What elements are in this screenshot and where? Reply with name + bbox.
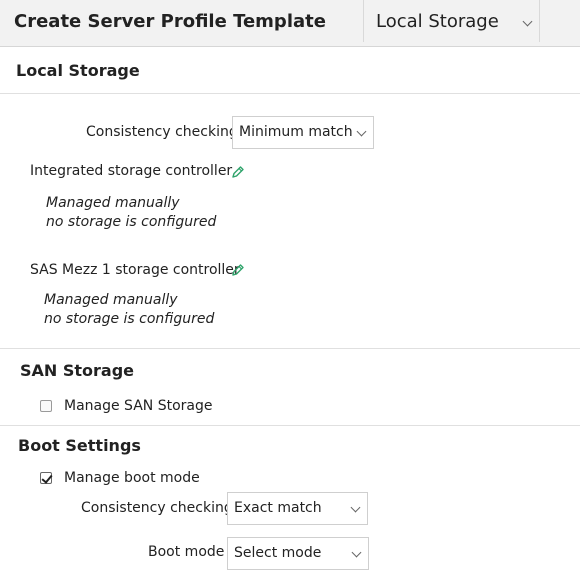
integrated-status-line1: Managed manually	[46, 195, 180, 211]
section-divider	[0, 425, 580, 426]
boot-consistency-value: Exact match	[234, 500, 322, 516]
chevron-down-icon[interactable]	[522, 16, 533, 27]
chevron-down-icon	[351, 547, 362, 558]
boot-mode-value: Select mode	[234, 545, 322, 561]
section-divider	[0, 93, 580, 94]
manage-boot-mode-label: Manage boot mode	[64, 470, 200, 486]
header-divider	[363, 0, 364, 42]
manage-san-checkbox[interactable]	[40, 400, 52, 412]
san-storage-heading: SAN Storage	[20, 361, 135, 380]
chevron-down-icon	[350, 502, 361, 513]
boot-consistency-label: Consistency checking	[81, 500, 233, 516]
page-title: Create Server Profile Template	[14, 11, 326, 32]
local-consistency-value: Minimum match	[239, 124, 353, 140]
section-selector[interactable]: Local Storage	[376, 11, 499, 32]
page-header: Create Server Profile Template Local Sto…	[0, 0, 580, 47]
header-divider	[539, 0, 540, 42]
boot-consistency-select[interactable]: Exact match	[227, 492, 368, 525]
local-consistency-select[interactable]: Minimum match	[232, 116, 374, 149]
boot-settings-heading: Boot Settings	[18, 436, 141, 455]
section-divider	[0, 348, 580, 349]
integrated-status-line2: no storage is configured	[46, 214, 217, 230]
sas-status-line2: no storage is configured	[44, 311, 215, 327]
boot-mode-label: Boot mode	[148, 544, 225, 560]
sas-controller-label: SAS Mezz 1 storage controller	[30, 262, 240, 278]
manage-boot-mode-checkbox[interactable]	[40, 472, 53, 484]
local-consistency-label: Consistency checking	[86, 124, 238, 140]
boot-mode-select[interactable]: Select mode	[227, 537, 369, 570]
section-selector-value: Local Storage	[376, 11, 499, 32]
pencil-edit-icon[interactable]	[231, 165, 245, 179]
manage-san-label: Manage SAN Storage	[64, 398, 213, 414]
integrated-controller-label: Integrated storage controller	[30, 163, 233, 179]
chevron-down-icon	[356, 126, 367, 137]
pencil-edit-icon[interactable]	[231, 263, 245, 277]
sas-status-line1: Managed manually	[44, 292, 178, 308]
local-storage-heading: Local Storage	[16, 61, 140, 80]
checkmark-icon	[41, 472, 53, 484]
